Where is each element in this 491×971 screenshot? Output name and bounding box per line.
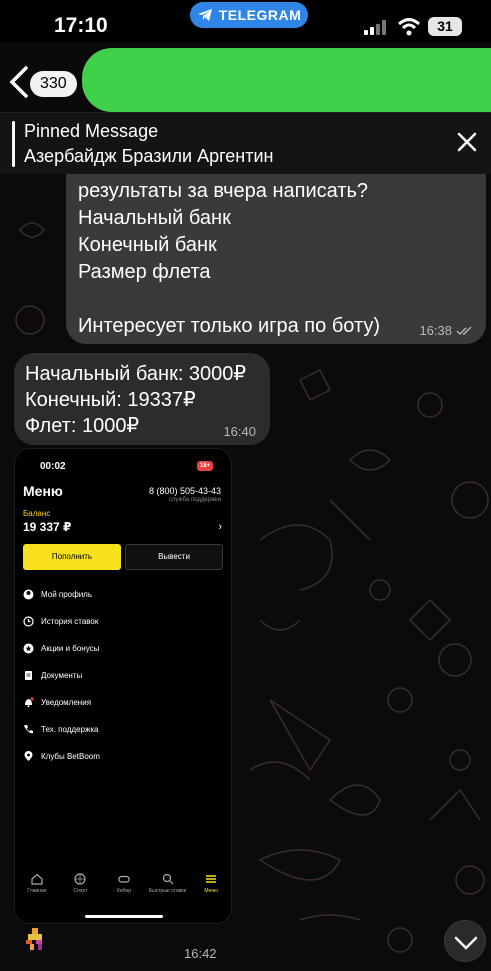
balance-value: 19 337 ₽ [23,520,72,534]
menu-item-label: Акции и бонусы [41,643,100,653]
sticker-avatar-icon[interactable] [24,928,46,950]
support-phone: 8 (800) 505-43-43 [148,486,221,496]
pinned-indicator [12,121,15,167]
attached-screenshot[interactable]: 00:02 18+ Меню 8 (800) 505-43-43 служба … [14,448,232,924]
redacted-chat-title [82,48,491,112]
double-check-icon [456,326,472,335]
menu-icon [206,875,217,883]
menu-item-documents: Документы [23,666,82,684]
unread-count-badge[interactable]: 330 [30,71,77,97]
message-line: Размер флета [78,261,211,283]
incoming-message[interactable]: Начальный банк: 3000₽ Конечный: 19337₽ Ф… [14,353,270,445]
location-pin-icon [24,750,33,761]
gamepad-icon [118,875,130,883]
message-line: результаты за вчера написать? [78,180,369,202]
pinned-message-bar[interactable]: Pinned Message Азербайдж Бразили Аргенти… [0,112,491,174]
message-line: Конечный банк [78,234,217,256]
menu-item-label: Тех. поддержка [41,724,99,734]
home-indicator [85,915,163,918]
message-line: Флет: 1000₽ [25,415,140,437]
tab-menu: Меню [193,873,229,907]
tab-label: Главная [27,888,47,894]
profile-icon [23,589,34,599]
history-icon [23,615,34,627]
shot-tab-bar: Главная Спорт Кибер Быстрые ставки Меню [15,873,231,907]
menu-item-profile: Мой профиль [23,585,92,603]
menu-item-history: История ставок [23,612,98,630]
tab-label: Кибер [116,888,132,894]
menu-item-promotions: Акции и бонусы [23,639,99,657]
telegram-icon [197,9,212,21]
signal-icon [364,20,386,35]
message-line: Начальный банк [78,207,231,229]
telegram-pill[interactable]: TELEGRAM [190,2,308,28]
menu-item-notifications: Уведомления [23,693,91,711]
menu-item-label: Уведомления [41,697,92,707]
balance-label: Баланс [23,509,51,518]
menu-item-label: Мой профиль [41,589,93,599]
message-line: Интересует только игра по боту) [78,315,381,337]
bell-icon [25,696,34,707]
tab-quick-bets: Быстрые ставки [148,873,187,907]
age-badge: 18+ [197,461,213,471]
telegram-pill-label: TELEGRAM [218,7,302,23]
tab-sport: Спорт [62,873,98,907]
withdraw-button: Вывести [125,544,223,570]
tab-label: Меню [204,888,218,894]
phone-icon [24,724,33,733]
chevron-down-icon [454,936,478,950]
deposit-button: Пополнить [23,544,121,570]
tab-cyber: Кибер [106,873,142,907]
pinned-title: Pinned Message [24,121,159,141]
menu-item-label: Клубы BetBoom [41,751,100,761]
status-bar: 17:10 TELEGRAM 31 [0,0,491,42]
scroll-down-button[interactable] [444,920,486,962]
menu-item-support: Тех. поддержка [23,720,98,738]
ball-icon [74,873,86,885]
menu-item-label: История ставок [41,616,99,626]
outgoing-message[interactable]: результаты за вчера написать? Начальный … [66,174,486,344]
search-icon [162,873,174,885]
home-icon [31,873,43,885]
menu-item-clubs: Клубы BetBoom [23,747,100,765]
support-phone-caption: служба поддержки [168,497,221,503]
document-icon [25,670,32,680]
message-time: 16:40 [223,424,256,439]
chat-header: 330 [0,42,491,112]
message-line: Начальный банк: 3000₽ [25,363,247,385]
tab-label: Спорт [73,888,88,894]
tab-label: Быстрые ставки [148,888,187,894]
shot-menu-title: Меню [23,483,63,499]
message-line: Конечный: 19337₽ [25,389,196,411]
battery-indicator: 31 [428,17,462,36]
pinned-text: Азербайдж Бразили Аргентин [24,146,274,166]
back-chevron-icon[interactable] [8,66,30,98]
message-time: 16:38 [419,323,452,338]
tab-home: Главная [19,873,55,907]
message-time: 16:42 [184,946,217,961]
close-icon[interactable] [456,131,478,153]
status-time: 17:10 [54,14,108,37]
message-meta: 16:38 [419,323,474,338]
shot-status-time: 00:02 [40,461,66,472]
menu-item-label: Документы [41,670,83,680]
wifi-icon [397,18,421,36]
star-badge-icon [23,643,34,653]
chevron-right-icon: › [218,521,222,533]
